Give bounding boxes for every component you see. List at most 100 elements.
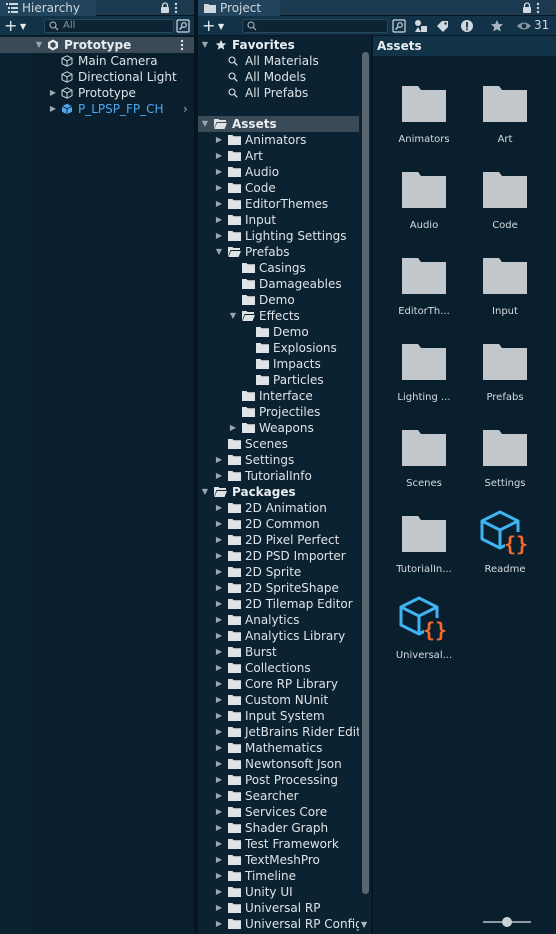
folder-tree-item[interactable]: ▶ Analytics Library: [198, 628, 359, 644]
asset-folder-tile[interactable]: Code: [460, 164, 540, 250]
asset-folder-tile[interactable]: Art: [460, 78, 540, 164]
scrollbar-thumb[interactable]: [362, 52, 369, 894]
chevron-right-icon[interactable]: ▶: [214, 164, 224, 180]
chevron-right-icon[interactable]: ▶: [214, 708, 224, 724]
chevron-right-icon[interactable]: ▶: [214, 660, 224, 676]
folder-tree-item[interactable]: ▶ Universal RP Config: [198, 916, 363, 932]
folder-tree-item[interactable]: ▶ Core RP Library: [198, 676, 359, 692]
tab-project[interactable]: Project: [198, 0, 280, 16]
folder-tree-item[interactable]: ▶ Burst: [198, 644, 359, 660]
project-create-button[interactable]: + ▼: [202, 17, 230, 35]
folder-tree-item[interactable]: Particles: [198, 372, 359, 388]
folder-tree-item[interactable]: ▶ Post Processing: [198, 772, 359, 788]
chevron-right-icon[interactable]: ▶: [48, 85, 58, 101]
chevron-right-icon[interactable]: ▶: [214, 532, 224, 548]
chevron-down-icon[interactable]: ▼: [200, 116, 210, 132]
folder-tree-item[interactable]: Interface: [198, 388, 359, 404]
favorites-header[interactable]: ▼ Favorites: [198, 37, 359, 53]
asset-folder-tile[interactable]: Animators: [379, 78, 459, 164]
tab-hierarchy[interactable]: Hierarchy: [0, 0, 96, 16]
project-search-input[interactable]: [242, 19, 388, 33]
folder-tree-item[interactable]: ▶ Analytics: [198, 612, 359, 628]
folder-tree-item[interactable]: ▶ Services Core: [198, 804, 359, 820]
favorites-item[interactable]: All Prefabs: [198, 85, 359, 101]
scene-search-icon[interactable]: [176, 19, 190, 33]
asset-folder-tile[interactable]: Input: [460, 250, 540, 336]
folder-tree-item[interactable]: ▶ Searcher: [198, 788, 359, 804]
folder-tree-item[interactable]: ▶ Settings: [198, 452, 359, 468]
chevron-right-icon[interactable]: ▶: [214, 564, 224, 580]
chevron-right-icon[interactable]: ▶: [214, 468, 224, 484]
folder-tree-item[interactable]: ▶ Input: [198, 212, 359, 228]
chevron-right-icon[interactable]: ▶: [214, 676, 224, 692]
folder-tree-item[interactable]: ▶ JetBrains Rider Editor: [198, 724, 373, 740]
more-options-icon[interactable]: [174, 2, 178, 14]
chevron-right-icon[interactable]: ▶: [214, 868, 224, 884]
folder-tree-item[interactable]: ▶ TutorialInfo: [198, 468, 359, 484]
chevron-right-icon[interactable]: ▶: [228, 420, 238, 436]
chevron-right-icon[interactable]: ▶: [214, 548, 224, 564]
scene-row[interactable]: ▼ Prototype: [0, 37, 194, 53]
folder-tree-item[interactable]: ▶ Unity UI: [198, 884, 359, 900]
search-by-type-icon[interactable]: [414, 19, 428, 33]
asset-folder-tile[interactable]: Lighting ...: [379, 336, 459, 422]
folder-tree-item[interactable]: ▶ EditorThemes: [198, 196, 359, 212]
asset-file-tile[interactable]: {} Readme: [460, 508, 540, 594]
lock-icon[interactable]: [160, 2, 170, 14]
chevron-down-icon[interactable]: ▼: [200, 37, 210, 53]
folder-tree-item[interactable]: Casings: [198, 260, 359, 276]
chevron-down-icon[interactable]: ▼: [200, 484, 210, 500]
folder-tree-item[interactable]: ▶ 2D SpriteShape: [198, 580, 359, 596]
eye-visibility-icon[interactable]: [516, 19, 532, 33]
chevron-right-icon[interactable]: ▶: [214, 500, 224, 516]
chevron-right-icon[interactable]: ▶: [214, 916, 224, 932]
chevron-right-icon[interactable]: ▶: [214, 900, 224, 916]
chevron-right-icon[interactable]: ▶: [214, 756, 224, 772]
chevron-right-icon[interactable]: ▶: [214, 132, 224, 148]
hierarchy-item[interactable]: Main Camera: [0, 53, 194, 69]
asset-grid-breadcrumb[interactable]: Assets: [373, 36, 556, 56]
folder-tree-item[interactable]: ▼ Effects: [198, 308, 359, 324]
folder-tree-item[interactable]: ▶ Timeline: [198, 868, 359, 884]
asset-folder-tile[interactable]: TutorialIn...: [379, 508, 459, 594]
lock-icon[interactable]: [522, 2, 532, 14]
folder-tree-item[interactable]: ▶ 2D Pixel Perfect: [198, 532, 359, 548]
folder-tree-item[interactable]: ▶ Input System: [198, 708, 359, 724]
folder-tree-item[interactable]: ▶ 2D Animation: [198, 500, 359, 516]
search-by-label-icon[interactable]: [436, 19, 450, 33]
folder-tree-item[interactable]: ▶ Code: [198, 180, 359, 196]
chevron-right-icon[interactable]: ▶: [214, 644, 224, 660]
folder-tree-item[interactable]: ▶ Audio: [198, 164, 359, 180]
hierarchy-create-button[interactable]: + ▼: [4, 17, 32, 35]
folder-tree-item[interactable]: ▶ Mathematics: [198, 740, 359, 756]
chevron-right-icon[interactable]: ▶: [214, 836, 224, 852]
chevron-right-icon[interactable]: ▶: [214, 212, 224, 228]
folder-tree-item[interactable]: ▶ Shader Graph: [198, 820, 359, 836]
folder-tree-item[interactable]: Damageables: [198, 276, 359, 292]
chevron-down-icon[interactable]: ▼: [34, 37, 44, 53]
asset-folder-tile[interactable]: Audio: [379, 164, 459, 250]
search-by-scene-icon[interactable]: [392, 19, 406, 33]
chevron-right-icon[interactable]: ▶: [214, 692, 224, 708]
asset-folder-tile[interactable]: Prefabs: [460, 336, 540, 422]
asset-folder-tile[interactable]: Settings: [460, 422, 540, 508]
hierarchy-item[interactable]: Directional Light: [0, 69, 194, 85]
project-tree-scrollbar[interactable]: ▼: [359, 36, 371, 934]
folder-tree-item[interactable]: ▶ Collections: [198, 660, 359, 676]
chevron-right-icon[interactable]: ▶: [214, 228, 224, 244]
chevron-right-icon[interactable]: ▶: [214, 820, 224, 836]
chevron-right-icon[interactable]: ▶: [214, 148, 224, 164]
more-options-icon[interactable]: [536, 2, 540, 14]
packages-header[interactable]: ▼ Packages: [198, 484, 359, 500]
zoom-slider-knob[interactable]: [502, 917, 512, 927]
chevron-right-icon[interactable]: ▶: [214, 596, 224, 612]
folder-tree-item[interactable]: ▶ Test Framework: [198, 836, 359, 852]
hierarchy-search-input[interactable]: All: [44, 19, 174, 33]
folder-tree-item[interactable]: ▶ Newtonsoft Json: [198, 756, 359, 772]
folder-tree-item[interactable]: ▶ 2D PSD Importer: [198, 548, 359, 564]
folder-tree-item[interactable]: Demo: [198, 324, 359, 340]
folder-tree-item[interactable]: Demo: [198, 292, 359, 308]
folder-tree-item[interactable]: ▶ TextMeshPro: [198, 852, 359, 868]
folder-tree-item[interactable]: ▼ Prefabs: [198, 244, 359, 260]
warning-filter-icon[interactable]: [460, 19, 474, 33]
